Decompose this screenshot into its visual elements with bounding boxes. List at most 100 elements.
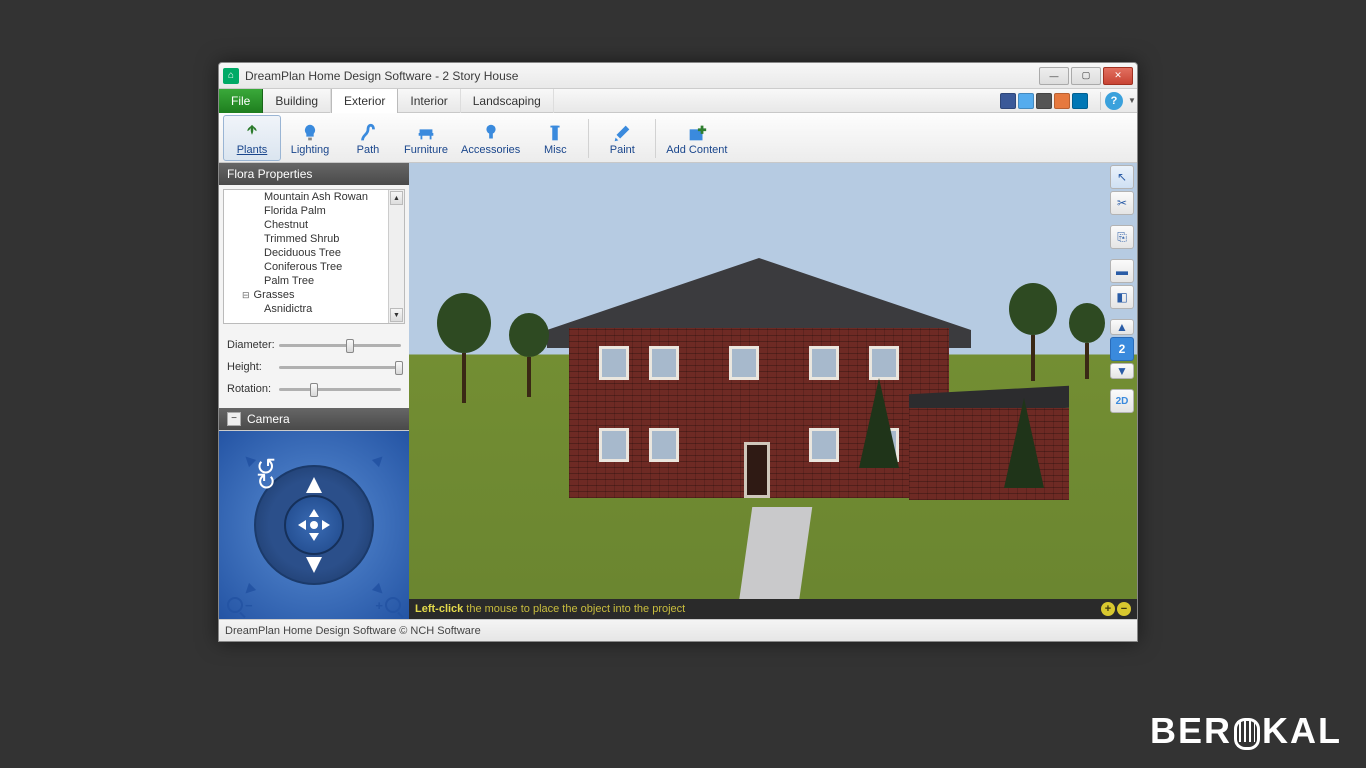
workspace: Flora Properties Mountain Ash Rowan Flor…	[219, 163, 1137, 619]
camera-tilt-down-left[interactable]	[242, 583, 256, 597]
hint-minus-button[interactable]: −	[1117, 602, 1131, 616]
view-2d-button[interactable]: 2D	[1110, 389, 1134, 413]
zoom-out-button[interactable]: −	[227, 597, 253, 613]
tab-exterior[interactable]: Exterior	[331, 89, 398, 113]
watermark-logo-icon	[1234, 716, 1260, 746]
maximize-button[interactable]: ▢	[1071, 67, 1101, 85]
titlebar[interactable]: ⌂ DreamPlan Home Design Software - 2 Sto…	[219, 63, 1137, 89]
tree-item[interactable]: Coniferous Tree	[224, 260, 404, 274]
flora-panel-header[interactable]: Flora Properties	[219, 163, 409, 185]
help-button[interactable]: ?	[1105, 92, 1123, 110]
camera-up-button[interactable]	[306, 477, 322, 493]
tool-path[interactable]: Path	[339, 115, 397, 161]
tree-item[interactable]: Asnidictra	[224, 302, 404, 316]
slider-track[interactable]	[279, 344, 401, 347]
tree-item[interactable]: Chestnut	[224, 218, 404, 232]
cut-tool[interactable]: ✂	[1110, 191, 1134, 215]
tool-lighting[interactable]: Lighting	[281, 115, 339, 161]
slider-track[interactable]	[279, 388, 401, 391]
watermark: BER KAL	[1150, 710, 1342, 752]
flora-tree[interactable]: Mountain Ash Rowan Florida Palm Chestnut…	[223, 189, 405, 324]
add-content-icon	[686, 122, 708, 144]
slider-thumb[interactable]	[395, 361, 403, 375]
camera-tilt-up-right[interactable]	[372, 453, 386, 467]
camera-panel-header[interactable]: − Camera	[219, 408, 409, 430]
collapse-icon[interactable]: −	[227, 412, 241, 426]
statusbar: DreamPlan Home Design Software © NCH Sof…	[219, 619, 1137, 641]
tool-label: Lighting	[291, 144, 330, 156]
layer-tool[interactable]: ▬	[1110, 259, 1134, 283]
scroll-up-button[interactable]: ▲	[390, 191, 403, 205]
tab-landscaping[interactable]: Landscaping	[461, 89, 554, 113]
tree-item[interactable]: Trimmed Shrub	[224, 232, 404, 246]
status-text: DreamPlan Home Design Software © NCH Sof…	[225, 625, 481, 637]
tool-furniture[interactable]: Furniture	[397, 115, 455, 161]
twitter-icon[interactable]	[1018, 93, 1034, 109]
tool-label: Add Content	[666, 144, 727, 156]
slider-thumb[interactable]	[310, 383, 318, 397]
slider-height: Height:	[227, 356, 401, 378]
copy-tool[interactable]: ⎘	[1110, 225, 1134, 249]
furniture-icon	[415, 122, 437, 144]
scene-tree	[437, 293, 491, 403]
scene-house	[569, 268, 999, 498]
flora-panel-title: Flora Properties	[227, 163, 312, 185]
tree-item[interactable]: Florida Palm	[224, 204, 404, 218]
hint-text: the mouse to place the object into the p…	[466, 603, 685, 615]
tool-label: Plants	[237, 144, 268, 156]
toolbar: Plants Lighting Path Furniture	[219, 113, 1137, 163]
hint-plus-button[interactable]: +	[1101, 602, 1115, 616]
linkedin-icon[interactable]	[1072, 93, 1088, 109]
minimize-button[interactable]: —	[1039, 67, 1069, 85]
tool-label: Furniture	[404, 144, 448, 156]
slider-diameter: Diameter:	[227, 334, 401, 356]
camera-tilt-down-right[interactable]	[372, 583, 386, 597]
hint-prefix: Left-click	[415, 603, 463, 615]
tool-paint[interactable]: Paint	[593, 115, 651, 161]
tab-building[interactable]: Building	[263, 89, 331, 113]
camera-tilt-up-left[interactable]	[242, 453, 256, 467]
tool-plants[interactable]: Plants	[223, 115, 281, 161]
camera-pan-button[interactable]	[284, 495, 344, 555]
camera-pad: ↺ ↻ − +	[219, 430, 409, 619]
tree-item[interactable]: Palm Tree	[224, 274, 404, 288]
slider-label: Diameter:	[227, 339, 279, 351]
window-title: DreamPlan Home Design Software - 2 Story…	[245, 69, 1039, 83]
slider-label: Rotation:	[227, 383, 279, 395]
floor-up-button[interactable]: ▲	[1110, 319, 1134, 335]
floor-down-button[interactable]: ▼	[1110, 363, 1134, 379]
slider-rotation: Rotation:	[227, 378, 401, 400]
facebook-icon[interactable]	[1000, 93, 1016, 109]
tool-add-content[interactable]: Add Content	[660, 115, 733, 161]
close-button[interactable]: ✕	[1103, 67, 1133, 85]
tree-item[interactable]: Mountain Ash Rowan	[224, 190, 404, 204]
select-tool[interactable]: ↖	[1110, 165, 1134, 189]
accessories-icon	[480, 122, 502, 144]
bulb-icon	[299, 122, 321, 144]
slider-thumb[interactable]	[346, 339, 354, 353]
scene-tree	[1069, 303, 1105, 379]
tab-interior[interactable]: Interior	[398, 89, 460, 113]
3d-viewport[interactable]: ↖ ✂ ⎘ ▬ ◧ ▲ 2 ▼ 2D Left-click the mouse …	[409, 163, 1137, 619]
sidebar: Flora Properties Mountain Ash Rowan Flor…	[219, 163, 409, 619]
camera-panel-title: Camera	[247, 408, 290, 430]
app-icon: ⌂	[223, 68, 239, 84]
zoom-in-button[interactable]: +	[375, 597, 401, 613]
slider-track[interactable]	[279, 366, 401, 369]
tree-scrollbar[interactable]: ▲ ▼	[388, 190, 404, 323]
scroll-down-button[interactable]: ▼	[390, 308, 403, 322]
cube-tool[interactable]: ◧	[1110, 285, 1134, 309]
help-dropdown[interactable]: ▼	[1127, 96, 1137, 105]
floor-number[interactable]: 2	[1110, 337, 1134, 361]
tree-item[interactable]: Deciduous Tree	[224, 246, 404, 260]
camera-down-button[interactable]	[306, 557, 322, 573]
tool-label: Path	[357, 144, 380, 156]
tool-misc[interactable]: Misc	[526, 115, 584, 161]
sliders-panel: Diameter: Height: Rotation:	[219, 328, 409, 406]
tool-accessories[interactable]: Accessories	[455, 115, 526, 161]
download-icon[interactable]	[1054, 93, 1070, 109]
menu-file[interactable]: File	[219, 89, 263, 113]
tool-label: Misc	[544, 144, 567, 156]
tree-category[interactable]: Grasses	[224, 288, 404, 302]
instagram-icon[interactable]	[1036, 93, 1052, 109]
